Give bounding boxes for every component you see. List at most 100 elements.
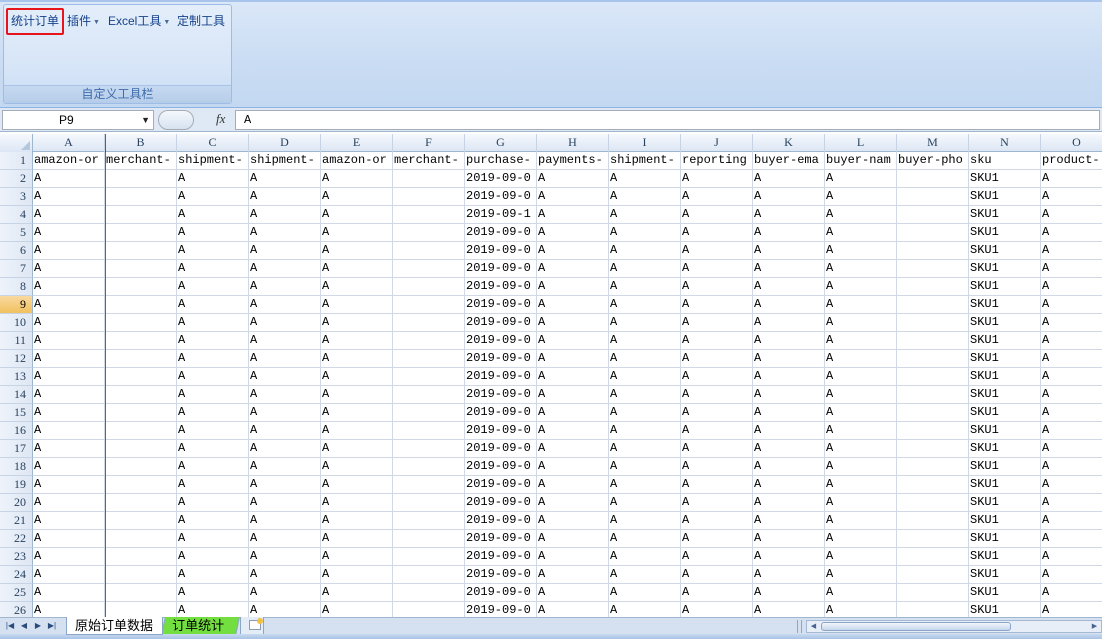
cell[interactable]: A [249,458,321,476]
cell[interactable]: A [681,224,753,242]
cell[interactable]: A [177,188,249,206]
cell[interactable]: A [825,386,897,404]
cell[interactable] [393,260,465,278]
cell[interactable]: A [537,188,609,206]
cell[interactable]: A [681,440,753,458]
cell[interactable]: 2019-09-0 [465,368,537,386]
row-header[interactable]: 14 [0,386,33,404]
cell[interactable]: A [249,476,321,494]
cell[interactable]: SKU1 [969,188,1041,206]
cell[interactable]: A [825,566,897,584]
cell[interactable]: A [33,350,105,368]
cell[interactable] [105,458,177,476]
cell[interactable]: A [1041,368,1102,386]
cell[interactable]: A [1041,242,1102,260]
insert-sheet-button[interactable] [240,617,264,635]
row-header[interactable]: 9 [0,296,33,314]
cell[interactable]: 2019-09-0 [465,602,537,618]
cell[interactable]: SKU1 [969,404,1041,422]
cell[interactable]: 2019-09-0 [465,260,537,278]
cell[interactable]: A [825,494,897,512]
cell[interactable]: A [681,242,753,260]
cell[interactable] [897,602,969,618]
column-header-f[interactable]: F [393,134,465,152]
cell[interactable]: A [537,476,609,494]
cell[interactable]: A [177,422,249,440]
cell[interactable]: A [537,602,609,618]
cell[interactable] [393,548,465,566]
cell[interactable]: A [753,584,825,602]
cell[interactable]: A [825,476,897,494]
cell[interactable] [105,548,177,566]
cell[interactable]: A [825,530,897,548]
cell[interactable]: A [825,206,897,224]
cell[interactable] [393,602,465,618]
cell[interactable]: SKU1 [969,548,1041,566]
cell[interactable]: A [537,404,609,422]
row-header[interactable]: 12 [0,350,33,368]
cell[interactable]: A [537,206,609,224]
cell[interactable]: A [1041,170,1102,188]
cell[interactable]: A [177,566,249,584]
cell[interactable]: A [321,368,393,386]
cell[interactable]: SKU1 [969,386,1041,404]
cell[interactable] [897,332,969,350]
cell[interactable]: A [753,548,825,566]
cell[interactable]: A [1041,350,1102,368]
cell[interactable]: A [609,296,681,314]
cell[interactable]: A [33,314,105,332]
cell[interactable]: 2019-09-0 [465,224,537,242]
row-header[interactable]: 10 [0,314,33,332]
cell[interactable]: A [681,350,753,368]
cell[interactable] [105,602,177,618]
cell[interactable]: 2019-09-0 [465,584,537,602]
cell[interactable] [393,458,465,476]
cell[interactable] [393,314,465,332]
cell[interactable]: A [753,368,825,386]
column-header-k[interactable]: K [753,134,825,152]
cell[interactable]: A [537,530,609,548]
row-header[interactable]: 4 [0,206,33,224]
cell[interactable]: A [537,170,609,188]
cell[interactable]: A [537,278,609,296]
row-header[interactable]: 20 [0,494,33,512]
cell[interactable]: A [177,386,249,404]
cell[interactable]: A [321,602,393,618]
row-header[interactable]: 22 [0,530,33,548]
cell[interactable]: A [681,386,753,404]
cell[interactable] [897,386,969,404]
cell[interactable]: A [321,566,393,584]
cell[interactable]: A [609,476,681,494]
cell[interactable]: A [753,476,825,494]
cell[interactable]: A [1041,278,1102,296]
cell[interactable]: SKU1 [969,494,1041,512]
cell[interactable] [897,422,969,440]
cell[interactable]: merchant- [105,152,177,170]
cell[interactable]: A [1041,494,1102,512]
cell[interactable]: A [681,458,753,476]
cell[interactable]: SKU1 [969,350,1041,368]
column-header-g[interactable]: G [465,134,537,152]
cell[interactable]: A [753,296,825,314]
cell[interactable]: A [753,350,825,368]
cell[interactable]: A [1041,440,1102,458]
cell[interactable]: A [249,224,321,242]
row-header[interactable]: 21 [0,512,33,530]
cell[interactable] [105,368,177,386]
cell[interactable] [393,296,465,314]
cell[interactable] [105,422,177,440]
cell[interactable]: A [681,404,753,422]
cell[interactable]: A [249,314,321,332]
cell[interactable]: A [177,404,249,422]
cell[interactable] [897,314,969,332]
cell[interactable]: A [33,188,105,206]
cell[interactable] [105,584,177,602]
cell[interactable]: A [537,584,609,602]
cell[interactable]: SKU1 [969,224,1041,242]
cell[interactable] [393,584,465,602]
cell[interactable]: A [321,170,393,188]
cell[interactable]: A [537,494,609,512]
cell[interactable]: A [609,404,681,422]
cell[interactable]: A [537,242,609,260]
cell[interactable]: A [249,404,321,422]
